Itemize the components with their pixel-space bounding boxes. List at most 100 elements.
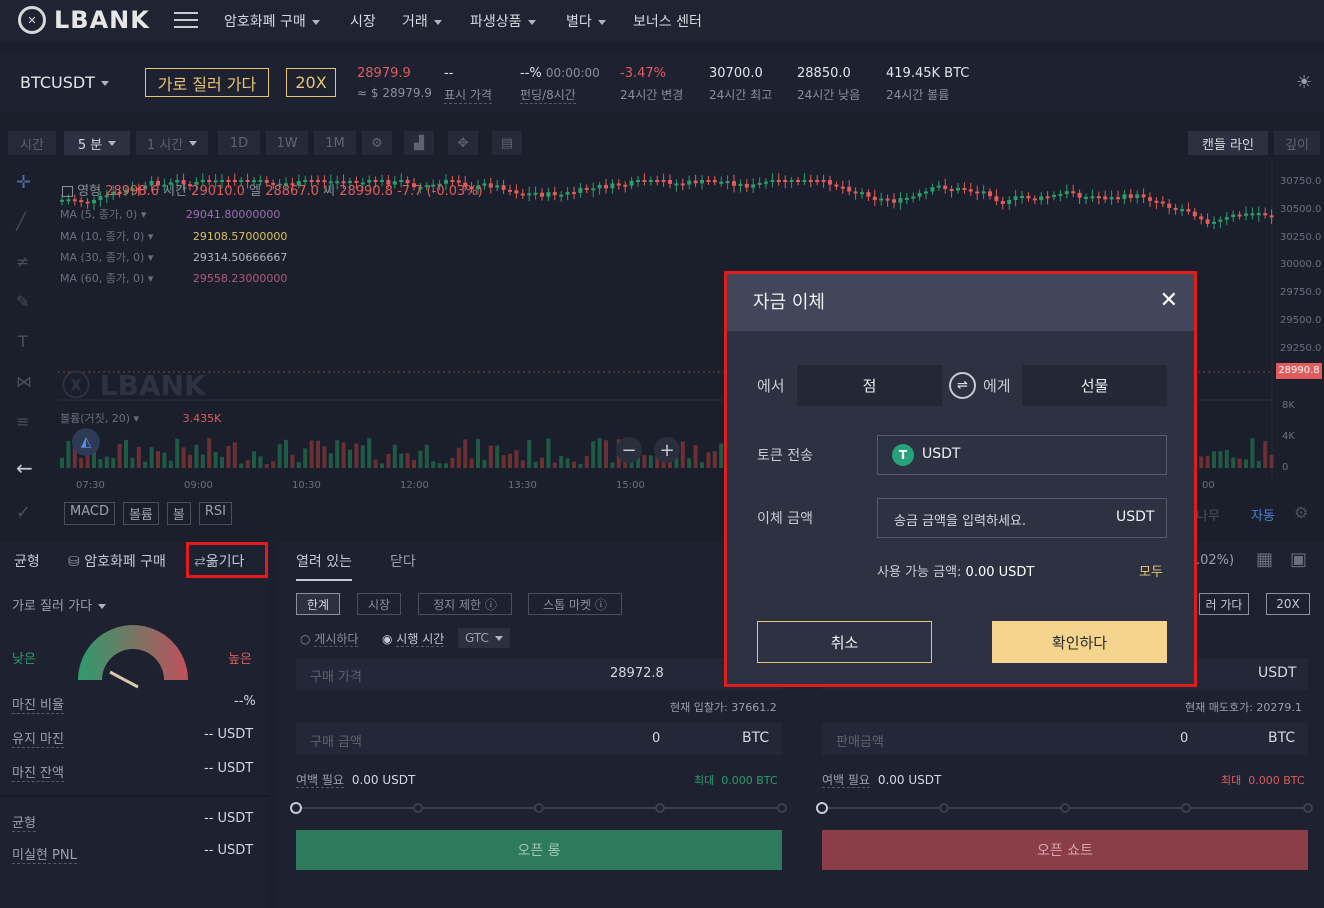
- candle-body: [1173, 207, 1178, 210]
- order-type-market[interactable]: 시장: [357, 593, 401, 615]
- cross-margin-small-button[interactable]: 러 가다: [1199, 593, 1249, 615]
- channel-icon[interactable]: ≠: [16, 252, 29, 271]
- volume-bar: [418, 450, 423, 468]
- cross-margin-button[interactable]: 가로 질러 가다: [145, 68, 269, 97]
- candle-body: [757, 182, 762, 185]
- ohlc-legend: 영형 28998.6 시간 29010.0 엘 28867.0 씨 28990.…: [62, 180, 483, 199]
- buy-slider[interactable]: [290, 800, 790, 816]
- volume-bar: [290, 454, 295, 468]
- volume-bar: [226, 445, 231, 468]
- nav-item-buy-crypto[interactable]: 암호화폐 구매: [224, 11, 320, 31]
- indicator-macd[interactable]: MACD: [64, 502, 115, 525]
- interval-5m[interactable]: 5 분: [64, 131, 130, 155]
- post-only-radio[interactable]: ○ 게시하다: [300, 630, 359, 647]
- leverage-button[interactable]: 20X: [286, 68, 336, 97]
- indicator-boll[interactable]: 볼: [166, 502, 191, 525]
- modal-header: 자금 이체 ✕: [727, 274, 1194, 331]
- tab-transfer[interactable]: ⇄옮기다: [194, 551, 244, 571]
- order-type-stop-limit[interactable]: 정지 제한 ⓘ: [418, 593, 512, 615]
- symbol-selector[interactable]: BTCUSDT: [20, 73, 109, 92]
- zoom-out-icon[interactable]: −: [616, 437, 642, 463]
- close-icon[interactable]: ✕: [1160, 288, 1178, 313]
- theme-sun-icon[interactable]: ☀: [1296, 72, 1312, 93]
- zoom-in-icon[interactable]: +: [654, 437, 680, 463]
- candle-body: [1116, 197, 1120, 200]
- ruler-icon[interactable]: ✓: [16, 502, 31, 523]
- interval-1m[interactable]: 1M: [314, 131, 356, 155]
- open-long-button[interactable]: 오픈 롱: [296, 830, 782, 870]
- trendline-icon[interactable]: ╱: [16, 212, 26, 231]
- volume-bar: [277, 444, 282, 468]
- tab-close[interactable]: 닫다: [390, 551, 416, 571]
- depth-button[interactable]: 깊이: [1274, 131, 1320, 155]
- amount-input[interactable]: 송금 금액을 입력하세요. USDT: [877, 498, 1167, 538]
- tradingview-logo-icon[interactable]: ◭: [72, 428, 100, 456]
- device-icon[interactable]: ▣: [1290, 549, 1307, 570]
- tab-open[interactable]: 열려 있는: [296, 551, 352, 581]
- interval-1h[interactable]: 1 시간: [136, 131, 208, 155]
- settings-gear-icon[interactable]: ⚙: [362, 131, 392, 155]
- indicator-rsi[interactable]: RSI: [198, 502, 232, 525]
- calculator-icon[interactable]: ▦: [1256, 549, 1273, 570]
- indicator-chart-icon[interactable]: ▟: [404, 131, 434, 155]
- candle-body: [898, 198, 903, 203]
- balance-label: 균형: [12, 812, 36, 832]
- pen-icon[interactable]: ✎: [16, 292, 29, 311]
- open-short-button[interactable]: 오픈 쇼트: [822, 830, 1308, 870]
- auto-scale-button[interactable]: 자동: [1251, 505, 1275, 524]
- buy-amount-field[interactable]: 구매 금액 0 BTC: [296, 723, 782, 755]
- volume-bar: [328, 453, 333, 468]
- maint-margin-label: 유지 마진: [12, 728, 64, 748]
- text-icon[interactable]: T: [18, 332, 28, 351]
- sell-amount-field[interactable]: 판매금액 0 BTC: [822, 723, 1308, 755]
- buy-price-field[interactable]: 구매 가격 28972.8: [296, 658, 782, 690]
- indicator-volume[interactable]: 볼륨: [122, 502, 159, 525]
- interval-1d[interactable]: 1D: [218, 131, 260, 155]
- swap-icon[interactable]: ⇌: [949, 372, 976, 399]
- token-select[interactable]: T USDT: [877, 435, 1167, 475]
- candle-body: [668, 180, 672, 184]
- back-arrow-icon[interactable]: ←: [16, 456, 33, 480]
- crosshair-icon[interactable]: ✛: [16, 172, 31, 193]
- nav-item-market[interactable]: 시장: [350, 11, 376, 31]
- leverage-small-button[interactable]: 20X: [1266, 593, 1310, 615]
- cancel-button[interactable]: 취소: [757, 621, 932, 663]
- logo[interactable]: ✕ LBANK: [18, 6, 150, 34]
- nav-item-trade[interactable]: 거래: [402, 11, 442, 31]
- candle-body: [1026, 195, 1031, 199]
- confirm-button[interactable]: 확인하다: [992, 621, 1167, 663]
- menu-icon[interactable]: [174, 12, 198, 30]
- candle-body: [917, 193, 922, 197]
- fib-icon[interactable]: ≡: [16, 412, 29, 431]
- chart-settings-gear-icon[interactable]: ⚙: [1294, 503, 1308, 522]
- candle-line-button[interactable]: 캔들 라인: [1188, 131, 1268, 155]
- volume-bar: [1263, 441, 1268, 468]
- sell-slider[interactable]: [816, 800, 1316, 816]
- order-type-limit[interactable]: 한계: [296, 593, 340, 615]
- nav-item-more[interactable]: 별다: [566, 11, 606, 31]
- to-account-select[interactable]: 선물: [1022, 365, 1167, 406]
- chart-time-button[interactable]: 시간: [8, 131, 56, 155]
- coins-icon: ⛁: [68, 554, 80, 570]
- candle-body: [79, 200, 84, 203]
- gtc-select[interactable]: GTC: [458, 628, 510, 648]
- candle-body: [975, 191, 980, 194]
- volume-indicator-label: 볼륨(거짓, 20) ▾ 3.435K: [60, 412, 222, 425]
- ma10-label: MA (10, 종가, 0) ▾ 29108.57000000: [60, 230, 288, 243]
- maint-margin-value: -- USDT: [204, 727, 254, 742]
- pattern-icon[interactable]: ⋈: [16, 372, 32, 391]
- nav-item-derivatives[interactable]: 파생상품: [470, 11, 536, 31]
- snapshot-icon[interactable]: ▤: [492, 131, 522, 155]
- interval-1w[interactable]: 1W: [266, 131, 308, 155]
- nav-item-bonus[interactable]: 보너스 센터: [633, 11, 702, 31]
- from-account-select[interactable]: 점: [797, 365, 942, 406]
- candle-body: [1103, 196, 1108, 200]
- fullscreen-icon[interactable]: ✥: [448, 131, 478, 155]
- tab-buy-crypto[interactable]: ⛁ 암호화페 구매: [68, 551, 166, 571]
- order-type-stop-market[interactable]: 스톱 마켓 ⓘ: [528, 593, 622, 615]
- tab-balance[interactable]: 균형: [14, 551, 40, 571]
- volume-bar: [348, 449, 352, 468]
- transfer-all-link[interactable]: 모두: [1139, 561, 1163, 580]
- margin-mode-select[interactable]: 가로 질러 가다: [12, 595, 107, 614]
- time-in-force-radio[interactable]: ◉ 시행 시간: [382, 630, 445, 647]
